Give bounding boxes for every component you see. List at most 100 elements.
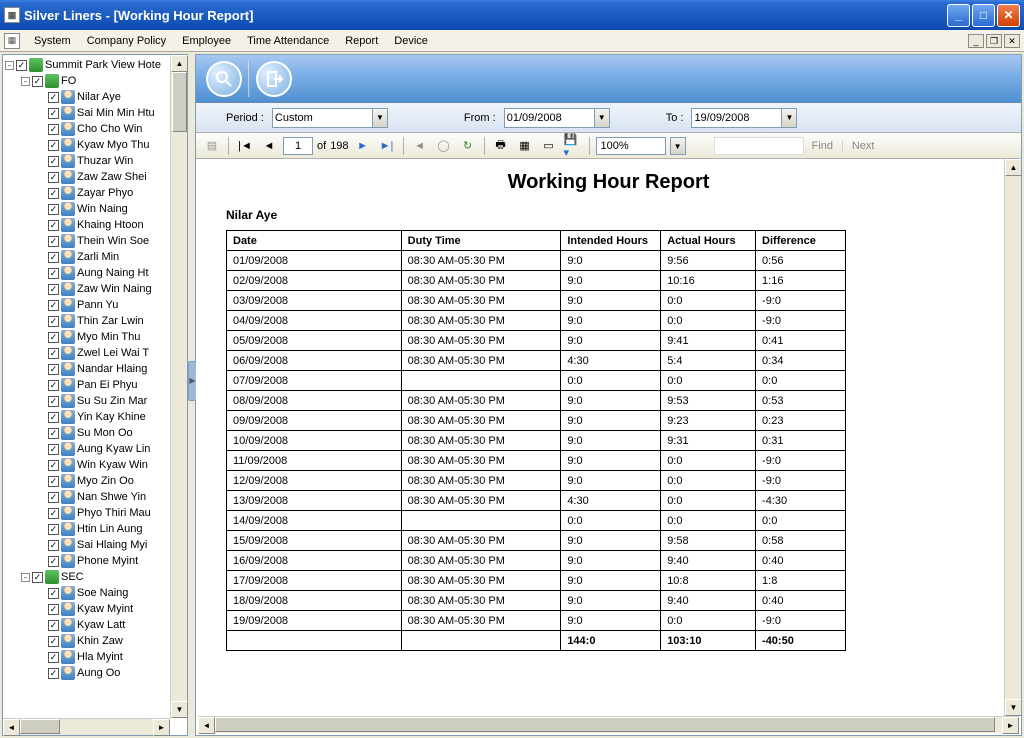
checkbox[interactable] [48, 668, 59, 679]
tree-item[interactable]: Kyaw Myint [5, 601, 185, 617]
tree-item[interactable]: Soe Naing [5, 585, 185, 601]
mdi-minimize-button[interactable]: _ [968, 34, 984, 48]
from-date-dropdown[interactable]: ▼ [504, 108, 610, 128]
stop-button[interactable]: ◯ [434, 136, 454, 156]
checkbox[interactable] [48, 364, 59, 375]
tree-item[interactable]: Sai Min Min Htu [5, 105, 185, 121]
tree-item[interactable]: Khaing Htoon [5, 217, 185, 233]
page-setup-button[interactable]: ▭ [539, 136, 559, 156]
checkbox[interactable] [48, 508, 59, 519]
period-value[interactable] [272, 108, 372, 128]
tree-item[interactable]: Zaw Win Naing [5, 281, 185, 297]
checkbox[interactable] [48, 220, 59, 231]
document-map-button[interactable]: ▤ [202, 136, 222, 156]
checkbox[interactable] [48, 252, 59, 263]
checkbox[interactable] [48, 460, 59, 471]
minimize-button[interactable]: _ [947, 4, 970, 27]
checkbox[interactable] [32, 76, 43, 87]
search-input[interactable] [714, 137, 804, 155]
tree-item[interactable]: Nandar Hlaing [5, 361, 185, 377]
chevron-down-icon[interactable]: ▼ [781, 108, 797, 128]
checkbox[interactable] [48, 172, 59, 183]
tree-item[interactable]: Phone Myint [5, 553, 185, 569]
checkbox[interactable] [48, 652, 59, 663]
checkbox[interactable] [48, 124, 59, 135]
search-button[interactable] [206, 61, 242, 97]
checkbox[interactable] [48, 108, 59, 119]
scroll-up-button[interactable]: ▲ [1005, 159, 1021, 176]
tree-item[interactable]: Khin Zaw [5, 633, 185, 649]
scroll-left-button[interactable]: ◄ [198, 717, 215, 734]
page-number-input[interactable] [283, 137, 313, 155]
scroll-left-button[interactable]: ◄ [3, 719, 20, 736]
tree-item[interactable]: Cho Cho Win [5, 121, 185, 137]
tree-item[interactable]: Htin Lin Aung [5, 521, 185, 537]
menu-device[interactable]: Device [386, 33, 436, 49]
print-button[interactable]: 🖶 [491, 136, 511, 156]
checkbox[interactable] [48, 300, 59, 311]
refresh-button[interactable]: ↻ [458, 136, 478, 156]
prev-page-button[interactable]: ◄ [259, 136, 279, 156]
checkbox[interactable] [32, 572, 43, 583]
report-vertical-scrollbar[interactable]: ▲ ▼ [1004, 159, 1021, 716]
tree-item[interactable]: Hla Myint [5, 649, 185, 665]
chevron-down-icon[interactable]: ▼ [372, 108, 388, 128]
checkbox[interactable] [48, 156, 59, 167]
tree-item[interactable]: Kyaw Latt [5, 617, 185, 633]
checkbox[interactable] [48, 540, 59, 551]
collapse-icon[interactable]: - [5, 61, 14, 70]
checkbox[interactable] [48, 396, 59, 407]
collapse-icon[interactable]: - [21, 573, 30, 582]
from-date-value[interactable] [504, 108, 594, 128]
tree-item[interactable]: Pann Yu [5, 297, 185, 313]
tree-item[interactable]: Win Naing [5, 201, 185, 217]
checkbox[interactable] [48, 412, 59, 423]
next-link[interactable]: Next [848, 140, 879, 152]
last-page-button[interactable]: ►| [377, 136, 397, 156]
next-page-button[interactable]: ► [353, 136, 373, 156]
tree-item[interactable]: Kyaw Myo Thu [5, 137, 185, 153]
print-layout-button[interactable]: ▦ [515, 136, 535, 156]
chevron-down-icon[interactable]: ▼ [670, 137, 686, 155]
checkbox[interactable] [48, 444, 59, 455]
to-date-dropdown[interactable]: ▼ [691, 108, 797, 128]
collapse-icon[interactable]: - [21, 77, 30, 86]
tree-item[interactable]: Nilar Aye [5, 89, 185, 105]
tree-item[interactable]: Thein Win Soe [5, 233, 185, 249]
tree-item[interactable]: Nan Shwe Yin [5, 489, 185, 505]
tree-item[interactable]: Zarli Min [5, 249, 185, 265]
back-button[interactable]: ◄ [410, 136, 430, 156]
scroll-right-button[interactable]: ► [153, 719, 170, 736]
tree-group[interactable]: -Summit Park View Hote [5, 57, 185, 73]
tree-item[interactable]: Thuzar Win [5, 153, 185, 169]
menu-employee[interactable]: Employee [174, 33, 239, 49]
checkbox[interactable] [48, 140, 59, 151]
checkbox[interactable] [48, 492, 59, 503]
tree-group[interactable]: -SEC [5, 569, 185, 585]
tree-item[interactable]: Myo Min Thu [5, 329, 185, 345]
tree-item[interactable]: Su Mon Oo [5, 425, 185, 441]
tree-item[interactable]: Yin Kay Khine [5, 409, 185, 425]
tree-item[interactable]: Sai Hlaing Myi [5, 537, 185, 553]
menu-time-attendance[interactable]: Time Attendance [239, 33, 337, 49]
tree-vertical-scrollbar[interactable]: ▲ ▼ [170, 55, 187, 718]
tree-horizontal-scrollbar[interactable]: ◄ ► [3, 718, 170, 735]
tree-item[interactable]: Zayar Phyo [5, 185, 185, 201]
mdi-restore-button[interactable]: ❐ [986, 34, 1002, 48]
checkbox[interactable] [48, 620, 59, 631]
tree-item[interactable]: Myo Zin Oo [5, 473, 185, 489]
scroll-right-button[interactable]: ► [1002, 717, 1019, 734]
splitter[interactable]: ▶ [190, 52, 195, 738]
find-link[interactable]: Find [808, 140, 837, 152]
checkbox[interactable] [48, 332, 59, 343]
exit-button[interactable] [256, 61, 292, 97]
menu-report[interactable]: Report [337, 33, 386, 49]
zoom-dropdown[interactable] [596, 137, 666, 155]
scroll-down-button[interactable]: ▼ [1005, 699, 1021, 716]
checkbox[interactable] [48, 636, 59, 647]
checkbox[interactable] [48, 188, 59, 199]
tree-item[interactable]: Pan Ei Phyu [5, 377, 185, 393]
scroll-down-button[interactable]: ▼ [171, 701, 188, 718]
checkbox[interactable] [48, 604, 59, 615]
tree-item[interactable]: Phyo Thiri Mau [5, 505, 185, 521]
